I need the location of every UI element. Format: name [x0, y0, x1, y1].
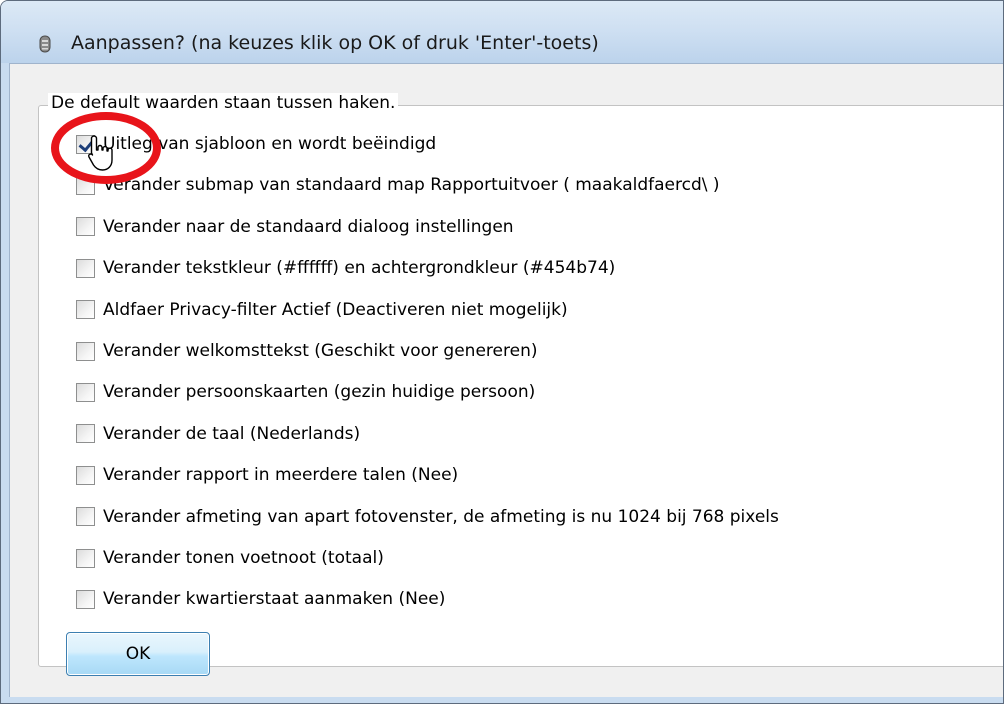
option-label[interactable]: Verander kwartierstaat aanmaken (Nee): [103, 589, 445, 609]
option-row[interactable]: Verander rapport in meerdere talen (Nee): [76, 462, 458, 488]
option-checkbox[interactable]: [76, 175, 95, 195]
option-checkbox[interactable]: [76, 134, 95, 154]
option-row[interactable]: Verander welkomsttekst (Geschikt voor ge…: [76, 338, 537, 364]
gear-icon: [39, 35, 51, 53]
option-label[interactable]: Verander welkomsttekst (Geschikt voor ge…: [103, 341, 537, 361]
option-checkbox[interactable]: [76, 507, 95, 527]
option-label[interactable]: Verander rapport in meerdere talen (Nee): [103, 465, 458, 485]
option-checkbox[interactable]: [76, 258, 95, 278]
option-label[interactable]: Aldfaer Privacy-filter Actief (Deactiver…: [103, 300, 568, 320]
option-checkbox[interactable]: [76, 548, 95, 568]
option-row[interactable]: Verander afmeting van apart fotovenster,…: [76, 504, 779, 530]
option-label[interactable]: Uitleg van sjabloon en wordt beëindigd: [103, 134, 436, 154]
title-bar[interactable]: Aanpassen? (na keuzes klik op OK of druk…: [1, 1, 1003, 63]
dialog-content: De default waarden staan tussen haken. U…: [9, 63, 1003, 697]
option-row[interactable]: Aldfaer Privacy-filter Actief (Deactiver…: [76, 297, 568, 323]
option-checkbox[interactable]: [76, 341, 95, 361]
ok-button[interactable]: OK: [66, 632, 210, 676]
option-row[interactable]: Verander persoonskaarten (gezin huidige …: [76, 379, 535, 405]
groupbox-legend: De default waarden staan tussen haken.: [48, 93, 399, 113]
option-checkbox[interactable]: [76, 217, 95, 237]
option-row[interactable]: Verander de taal (Nederlands): [76, 421, 360, 447]
option-row[interactable]: Verander tonen voetnoot (totaal): [76, 545, 384, 571]
option-label[interactable]: Verander afmeting van apart fotovenster,…: [103, 507, 779, 527]
option-label[interactable]: Verander submap van standaard map Rappor…: [103, 175, 720, 195]
option-checkbox[interactable]: [76, 424, 95, 444]
dialog-window: Aanpassen? (na keuzes klik op OK of druk…: [0, 0, 1004, 704]
option-label[interactable]: Verander persoonskaarten (gezin huidige …: [103, 382, 535, 402]
option-row[interactable]: Uitleg van sjabloon en wordt beëindigd: [76, 131, 436, 157]
option-label[interactable]: Verander tonen voetnoot (totaal): [103, 548, 384, 568]
option-row[interactable]: Verander naar de standaard dialoog inste…: [76, 214, 514, 240]
option-checkbox[interactable]: [76, 465, 95, 485]
option-row[interactable]: Verander submap van standaard map Rappor…: [76, 172, 720, 198]
option-checkbox[interactable]: [76, 382, 95, 402]
option-row[interactable]: Verander kwartierstaat aanmaken (Nee): [76, 586, 445, 612]
option-label[interactable]: Verander naar de standaard dialoog inste…: [103, 217, 514, 237]
option-checkbox[interactable]: [76, 589, 95, 609]
option-row[interactable]: Verander tekstkleur (#ffffff) en achterg…: [76, 255, 615, 281]
option-label[interactable]: Verander tekstkleur (#ffffff) en achterg…: [103, 258, 615, 278]
option-label[interactable]: Verander de taal (Nederlands): [103, 424, 360, 444]
option-checkbox[interactable]: [76, 300, 95, 320]
window-title: Aanpassen? (na keuzes klik op OK of druk…: [71, 32, 599, 54]
